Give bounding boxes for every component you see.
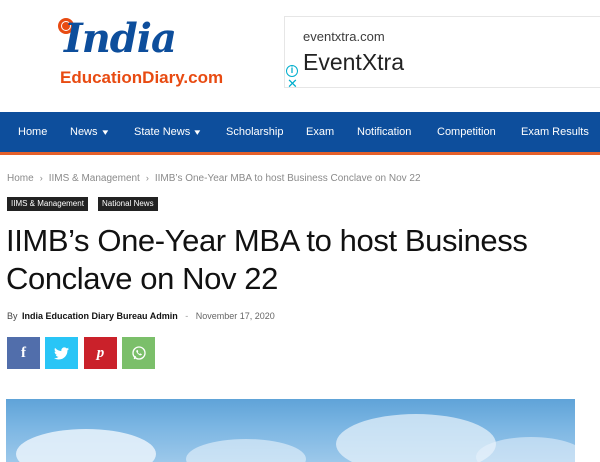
cloud-shape xyxy=(186,439,306,462)
cloud-shape xyxy=(336,414,496,462)
nav-label: Exam xyxy=(306,126,335,138)
ad-domain: eventxtra.com xyxy=(303,29,385,44)
site-logo[interactable]: India EducationDiary.com xyxy=(54,16,254,96)
nav-label: Home xyxy=(18,126,48,138)
nav-label: Notification xyxy=(357,126,412,138)
nav-label: Scholarship xyxy=(226,126,284,138)
ad-brand[interactable]: EventXtra xyxy=(303,49,404,76)
main-nav: Home News ▾ State News ▾ Scholarship Exam … xyxy=(0,112,600,155)
logo-subtitle: EducationDiary.com xyxy=(60,68,224,87)
author-link[interactable]: India Education Diary Bureau Admin xyxy=(22,311,178,321)
meta-separator: - xyxy=(185,311,189,321)
nav-item-scholarship[interactable]: Scholarship xyxy=(226,112,283,152)
pinterest-share-button[interactable]: p xyxy=(84,337,117,369)
article-title: IIMB’s One-Year MBA to host Business Con… xyxy=(6,223,528,296)
nav-item-state-news[interactable]: State News ▾ xyxy=(134,112,200,152)
nav-item-competition[interactable]: Competition xyxy=(437,112,496,152)
nav-item-exam[interactable]: Exam xyxy=(306,112,334,152)
whatsapp-icon xyxy=(131,346,146,360)
whatsapp-share-button[interactable] xyxy=(122,337,155,369)
chevron-down-icon: ▾ xyxy=(194,127,201,137)
breadcrumb: Home › IIMS & Management › IIMB’s One-Year M… xyxy=(7,173,421,184)
logo-wordmark: India xyxy=(64,15,177,62)
breadcrumb-category[interactable]: IIMS & Management xyxy=(49,173,140,184)
facebook-share-button[interactable]: f xyxy=(7,337,40,369)
cloud-shape xyxy=(16,429,156,462)
nav-item-home[interactable]: Home xyxy=(18,112,47,152)
twitter-share-button[interactable] xyxy=(45,337,78,369)
article-meta: By India Education Diary Bureau Admin - … xyxy=(7,311,275,321)
nav-label: Competition xyxy=(437,126,496,138)
tag-national-news[interactable]: National News xyxy=(98,197,158,211)
nav-label: News xyxy=(70,126,98,138)
twitter-icon xyxy=(54,346,69,359)
tag-iims-management[interactable]: IIMS & Management xyxy=(7,197,88,211)
article-hero-image xyxy=(6,399,575,462)
breadcrumb-current[interactable]: IIMB’s One-Year MBA to host Business Con… xyxy=(155,173,421,184)
breadcrumb-separator: › xyxy=(39,173,43,183)
site-header: India EducationDiary.com eventxtra.com E… xyxy=(0,0,600,112)
pinterest-icon: p xyxy=(96,344,105,361)
facebook-icon: f xyxy=(21,344,26,361)
nav-item-notification[interactable]: Notification xyxy=(357,112,411,152)
nav-label: State News xyxy=(134,126,191,138)
nav-item-exam-results[interactable]: Exam Results xyxy=(521,112,589,152)
ad-banner[interactable]: eventxtra.com EventXtra i ✕ xyxy=(284,16,600,90)
breadcrumb-separator: › xyxy=(145,173,149,183)
chevron-down-icon: ▾ xyxy=(101,127,108,137)
publish-date: November 17, 2020 xyxy=(195,311,275,321)
nav-label: Exam Results xyxy=(521,126,589,138)
nav-item-news[interactable]: News ▾ xyxy=(70,112,108,152)
byline-prefix: By xyxy=(7,311,18,321)
breadcrumb-home[interactable]: Home xyxy=(7,173,34,184)
ad-close-icon[interactable]: ✕ xyxy=(287,77,298,90)
